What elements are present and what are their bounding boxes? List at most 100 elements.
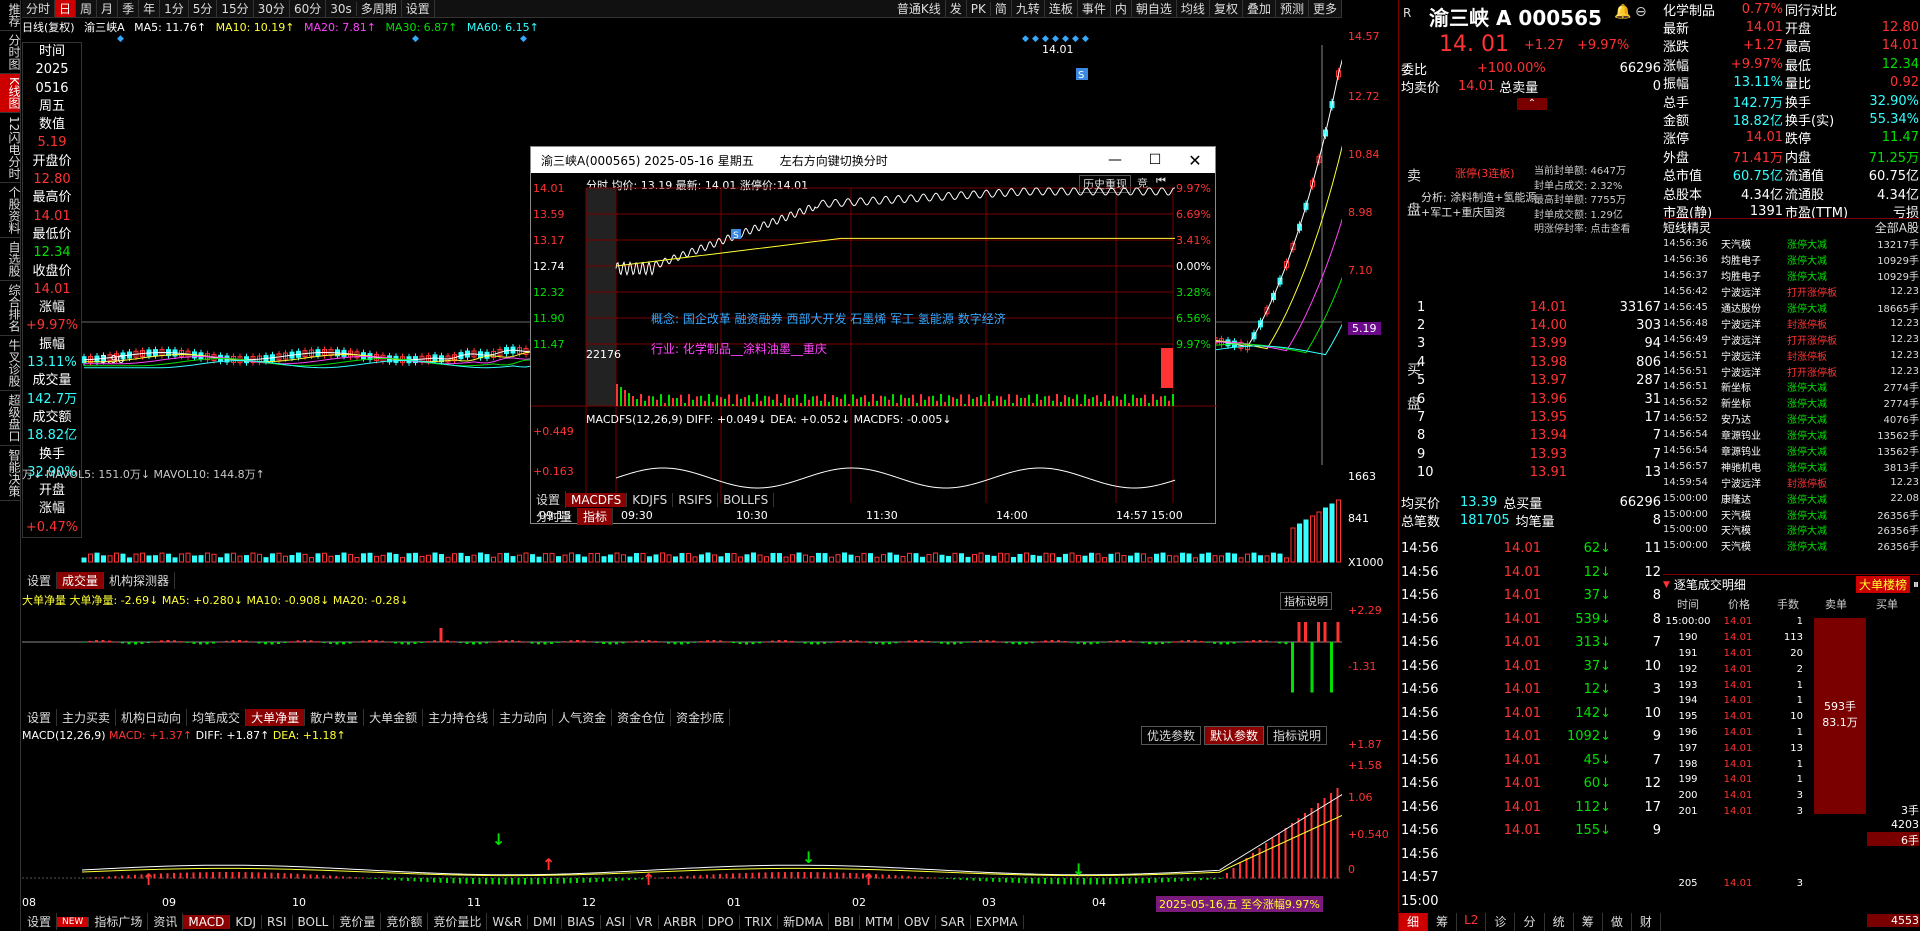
period-6[interactable]: 1分	[160, 0, 189, 17]
tool-8[interactable]: 朝自选	[1132, 0, 1177, 17]
dd-tab-8[interactable]: 主力动向	[494, 709, 554, 726]
vol-tab-2[interactable]: 机构探测器	[104, 572, 176, 589]
ind-tab-17[interactable]: DPO	[703, 914, 740, 929]
tool-6[interactable]: 事件	[1078, 0, 1111, 17]
macd-btn-2[interactable]: 指标说明	[1267, 726, 1328, 745]
popup-tab-1[interactable]: MACDFS	[566, 492, 628, 507]
bigorder-chart[interactable]	[22, 608, 1342, 710]
ind-tab-9[interactable]: 竞价额	[381, 913, 429, 930]
buy-level[interactable]: 1 14.01 33167	[1417, 298, 1661, 316]
chart-mode[interactable]: 日线(复权)	[22, 21, 75, 34]
period-8[interactable]: 15分	[217, 0, 254, 17]
period-4[interactable]: 季	[118, 0, 140, 17]
rbtab-4[interactable]: 分	[1515, 913, 1545, 931]
ind-tab-16[interactable]: ARBR	[659, 914, 703, 929]
intraday-chart[interactable]: 14.01 9.97% 13.59 6.69% 13.17 3.41% 12.74 0.00%…	[531, 173, 1217, 525]
ind-tab-3[interactable]: 资讯	[148, 913, 184, 930]
nav-5[interactable]: 自选股	[0, 238, 21, 282]
buy-level[interactable]: 10 13.91 13	[1417, 464, 1661, 482]
detail-expand-icon[interactable]: ▼	[1663, 580, 1670, 590]
popup-tab2-0[interactable]: 分时量	[531, 508, 579, 525]
popup-tab-0[interactable]: 设置	[531, 491, 567, 508]
vol-tab-0[interactable]: 设置	[22, 572, 58, 589]
tool-5[interactable]: 连板	[1045, 0, 1078, 17]
period-10[interactable]: 60分	[290, 0, 327, 17]
dd-tab-1[interactable]: 主力买卖	[57, 709, 117, 726]
tool-7[interactable]: 内	[1111, 0, 1132, 17]
rbtab-1[interactable]: 筹	[1428, 913, 1458, 931]
period-9[interactable]: 30分	[254, 0, 290, 17]
nav-7[interactable]: 牛叉诊股	[0, 336, 21, 392]
buy-level[interactable]: 9 13.93 7	[1417, 445, 1661, 463]
pause-icon[interactable]: ⏸	[1913, 577, 1919, 592]
macd-btn-1[interactable]: 默认参数	[1204, 726, 1265, 745]
dd-tab-5[interactable]: 散户数量	[305, 709, 365, 726]
ind-tab-21[interactable]: MTM	[860, 914, 899, 929]
rbtab-6[interactable]: 筹	[1574, 913, 1603, 931]
nav-9[interactable]: 智能决策	[0, 446, 21, 502]
rbtab-7[interactable]: 做	[1603, 913, 1632, 931]
short-row[interactable]: 14:56:37 均胜电子 涨停大减 10929手	[1663, 268, 1919, 284]
ind-tab-10[interactable]: 竞价量比	[428, 913, 488, 930]
tool-13[interactable]: 更多	[1309, 0, 1342, 17]
popup-tab-2[interactable]: KDJFS	[627, 492, 674, 507]
ind-tab-22[interactable]: OBV	[899, 914, 936, 929]
nav-8[interactable]: 超级盘口	[0, 391, 21, 447]
tool-9[interactable]: 均线	[1177, 0, 1210, 17]
ind-tab-13[interactable]: BIAS	[562, 914, 601, 929]
period-13[interactable]: 设置	[402, 0, 435, 17]
maximize-icon[interactable]: ☐	[1135, 152, 1175, 168]
ind-tab-7[interactable]: BOLL	[293, 914, 335, 929]
ind-tab-19[interactable]: 新DMA	[778, 913, 829, 930]
period-0[interactable]: 分时	[22, 0, 56, 17]
period-7[interactable]: 5分	[189, 0, 218, 17]
dd-tab-4[interactable]: 大单净量	[246, 709, 306, 726]
short-row[interactable]: 14:56:51 宁波远洋 封涨停板 12.23	[1663, 347, 1919, 363]
ind-tab-8[interactable]: 竞价量	[334, 913, 382, 930]
collapse-icon[interactable]: ⌃	[1517, 98, 1547, 110]
ind-tab-18[interactable]: TRIX	[740, 914, 779, 929]
dd-tab-7[interactable]: 主力持仓线	[423, 709, 495, 726]
popup-tab2-1[interactable]: 指标	[578, 508, 614, 525]
short-row[interactable]: 14:56:54 章源钨业 涨停大减 13562手	[1663, 427, 1919, 443]
close-icon[interactable]: ✕	[1175, 151, 1215, 170]
ind-tab-11[interactable]: W&R	[487, 914, 528, 929]
nav-6[interactable]: 综合排名	[0, 281, 21, 337]
ind-tab-5[interactable]: KDJ	[230, 914, 263, 929]
tool-1[interactable]: 发	[946, 0, 967, 17]
short-row[interactable]: 15:00:00 康隆达 涨停大减 22.08	[1663, 490, 1919, 506]
macd-btn-0[interactable]: 优选参数	[1141, 726, 1202, 745]
ind-tab-20[interactable]: BBI	[829, 914, 860, 929]
ind-tab-15[interactable]: VR	[631, 914, 659, 929]
period-11[interactable]: 30s	[326, 1, 357, 16]
dd-tab-9[interactable]: 人气资金	[553, 709, 613, 726]
short-row[interactable]: 14:56:49 宁波远洋 打开涨停板 12.23	[1663, 331, 1919, 347]
buy-level[interactable]: 6 13.96 31	[1417, 390, 1661, 408]
short-row[interactable]: 14:56:57 神驰机电 涨停大减 3813手	[1663, 458, 1919, 474]
bigorder-rank-button[interactable]: 大单楼榜	[1855, 576, 1910, 593]
dd-tab-10[interactable]: 资金仓位	[612, 709, 672, 726]
short-row[interactable]: 14:56:51 宁波远洋 打开涨停板 12.23	[1663, 363, 1919, 379]
short-row[interactable]: 14:56:36 天汽模 涨停大减 13217手	[1663, 236, 1919, 252]
short-row[interactable]: 14:56:51 新坐标 涨停大减 2774手	[1663, 379, 1919, 395]
tool-10[interactable]: 复权	[1210, 0, 1243, 17]
ind-tab-4[interactable]: MACD	[183, 914, 231, 929]
tool-4[interactable]: 九转	[1012, 0, 1045, 17]
dd-tab-0[interactable]: 设置	[22, 709, 58, 726]
short-row[interactable]: 14:59:54 宁波远洋 封涨停板 12.23	[1663, 474, 1919, 490]
macd-chart[interactable]: ↑ ↓ ↑ ↑ ↓ ↑ ↓	[22, 745, 1342, 895]
buy-level[interactable]: 8 13.94 7	[1417, 427, 1661, 445]
tool-12[interactable]: 预测	[1276, 0, 1309, 17]
ind-tab-6[interactable]: RSI	[262, 914, 293, 929]
ind-tab-14[interactable]: ASI	[601, 914, 632, 929]
rbtab-8[interactable]: 财	[1632, 913, 1661, 931]
period-2[interactable]: 周	[76, 0, 98, 17]
rbtab-2[interactable]: L2	[1457, 913, 1487, 931]
short-row[interactable]: 15:00:00 天汽模 涨停大减 26356手	[1663, 522, 1919, 538]
short-row[interactable]: 14:56:42 宁波远洋 打开涨停板 12.23	[1663, 284, 1919, 300]
rbtab-5[interactable]: 统	[1545, 913, 1574, 931]
dd-tab-2[interactable]: 机构日动向	[116, 709, 188, 726]
rbtab-3[interactable]: 诊	[1486, 913, 1516, 931]
buy-level[interactable]: 4 13.98 806	[1417, 353, 1661, 371]
tool-11[interactable]: 叠加	[1243, 0, 1276, 17]
